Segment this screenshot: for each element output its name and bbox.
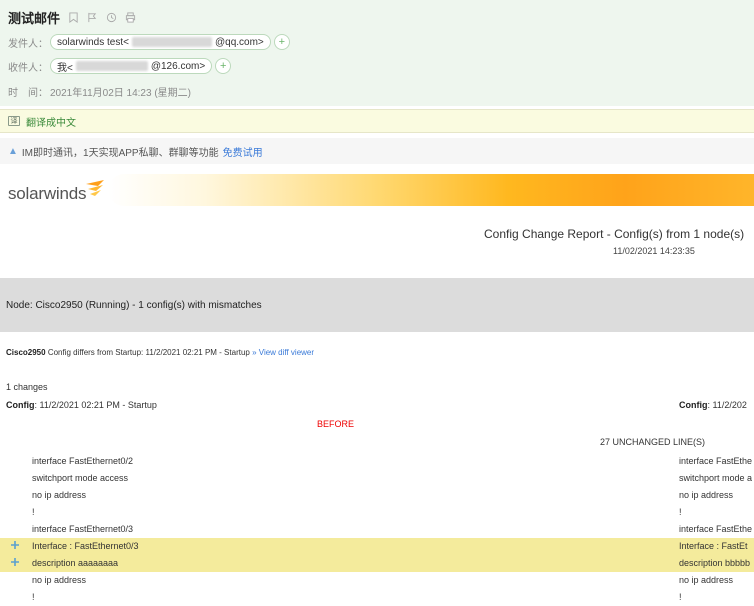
- sender-address[interactable]: solarwinds test< @qq.com>: [50, 34, 271, 50]
- config-right-value: : 11/2/202: [707, 400, 747, 410]
- add-recipient-contact-button[interactable]: +: [215, 58, 232, 74]
- from-row: 发件人： solarwinds test< @qq.com> +: [8, 34, 290, 50]
- add-sender-contact-button[interactable]: +: [273, 34, 290, 50]
- solarwinds-banner: solarwinds: [0, 172, 754, 212]
- diff-left-text: Interface : FastEthernet0/3: [32, 541, 139, 551]
- to-row: 收件人： 我< @126.com> +: [8, 58, 232, 74]
- config-label: Config: [6, 400, 35, 410]
- changes-count: 1 changes: [6, 382, 48, 392]
- diff-right-text: switchport mode a: [679, 473, 753, 483]
- diff-left-text: !: [32, 507, 35, 517]
- im-ad-bar: ▲ IM即时通讯，1天实现APP私聊、群聊等功能 免费试用: [0, 138, 754, 164]
- diff-line: interface FastEthernet0/2 interface FastE…: [0, 453, 754, 470]
- translate-bar[interactable]: 译 翻译成中文: [0, 109, 754, 133]
- before-label: BEFORE: [317, 419, 355, 429]
- config-differs-line: Cisco2950 Config differs from Startup: 1…: [6, 348, 314, 357]
- flag-icon[interactable]: [87, 12, 98, 23]
- diff-right-text: description bbbbb: [679, 558, 751, 568]
- sender-domain: @qq.com>: [214, 36, 264, 48]
- node-summary: Node: Cisco2950 (Running) - 1 config(s) …: [6, 300, 262, 311]
- view-diff-viewer-link[interactable]: » View diff viewer: [252, 348, 314, 357]
- from-label: 发件人：: [8, 38, 48, 50]
- diff-right-text: interface FastEthe: [679, 456, 753, 466]
- solarwinds-logo: solarwinds: [8, 184, 87, 203]
- time-value: 2021年11月02日 14:23 (星期二): [50, 88, 191, 99]
- diff-right-text: !: [679, 507, 682, 517]
- config-left-header: Config: 11/2/2021 02:21 PM - Startup: [6, 400, 157, 410]
- sender-name: solarwinds test<: [57, 36, 129, 48]
- diff-line: no ip address no ip address: [0, 572, 754, 589]
- mail-subject: 测试邮件: [8, 11, 61, 26]
- time-label: 时 间：: [8, 88, 48, 99]
- expand-icon[interactable]: [10, 557, 20, 567]
- im-free-trial-link[interactable]: 免费试用: [223, 144, 263, 159]
- diff-left-text: interface FastEthernet0/3: [32, 524, 134, 534]
- expand-icon[interactable]: [10, 540, 20, 550]
- config-right-header: Config: 11/2/202: [679, 400, 747, 410]
- diff-left-text: switchport mode access: [32, 473, 129, 483]
- report-date: 11/02/2021 14:23:35: [613, 246, 695, 256]
- diff-left-text: description aaaaaaaa: [32, 558, 119, 568]
- diff-left-text: no ip address: [32, 490, 87, 500]
- redacted-block: [75, 61, 148, 71]
- banner-gradient: [108, 174, 754, 206]
- clock-icon[interactable]: [106, 12, 117, 23]
- diff-line-changed: Interface : FastEthernet0/3 Interface : F…: [0, 538, 754, 555]
- diff-line: switchport mode access switchport mode a: [0, 470, 754, 487]
- diff-line-changed: description aaaaaaaa description bbbbb: [0, 555, 754, 572]
- flame-icon: [86, 180, 104, 196]
- diff-line: !!: [0, 589, 754, 606]
- translate-icon: 译: [8, 116, 20, 126]
- recipient-name: 我<: [57, 62, 73, 74]
- diff-line: !!: [0, 504, 754, 521]
- person-icon: ▲: [8, 145, 18, 157]
- diff-line: interface FastEthernet0/3 interface FastE…: [0, 521, 754, 538]
- recipient-domain: @126.com>: [150, 60, 206, 72]
- diff-left-text: !: [32, 592, 35, 602]
- diff-line: no ip address no ip address: [0, 487, 754, 504]
- subject-row: 测试邮件: [8, 8, 136, 27]
- report-title: Config Change Report - Config(s) from 1 …: [484, 227, 745, 241]
- print-icon[interactable]: [125, 12, 136, 23]
- bookmark-icon[interactable]: [68, 12, 79, 23]
- device-name: Cisco2950: [6, 348, 46, 357]
- diff-right-text: !: [679, 592, 682, 602]
- config-label: Config: [679, 400, 708, 410]
- to-label: 收件人：: [8, 62, 48, 74]
- mail-header: 测试邮件 发件人： solarwinds test< @qq.com> + 收件…: [0, 0, 754, 106]
- diff-right-text: no ip address: [679, 575, 734, 585]
- diff-right-text: interface FastEthe: [679, 524, 753, 534]
- config-left-value: : 11/2/2021 02:21 PM - Startup: [34, 400, 157, 410]
- diff-right-text: no ip address: [679, 490, 734, 500]
- unchanged-lines-label: 27 UNCHANGED LINE(S): [600, 437, 706, 447]
- im-ad-text: IM即时通讯，1天实现APP私聊、群聊等功能: [21, 147, 219, 159]
- recipient-address[interactable]: 我< @126.com>: [50, 58, 213, 74]
- diff-left-text: no ip address: [32, 575, 87, 585]
- translate-link[interactable]: 翻译成中文: [26, 114, 76, 129]
- diff-left-text: interface FastEthernet0/2: [32, 456, 134, 466]
- differs-text: Config differs from Startup: 11/2/2021 0…: [45, 348, 253, 357]
- diff-right-text: Interface : FastEt: [679, 541, 748, 551]
- time-row: 时 间： 2021年11月02日 14:23 (星期二): [8, 84, 191, 99]
- redacted-block: [131, 37, 212, 47]
